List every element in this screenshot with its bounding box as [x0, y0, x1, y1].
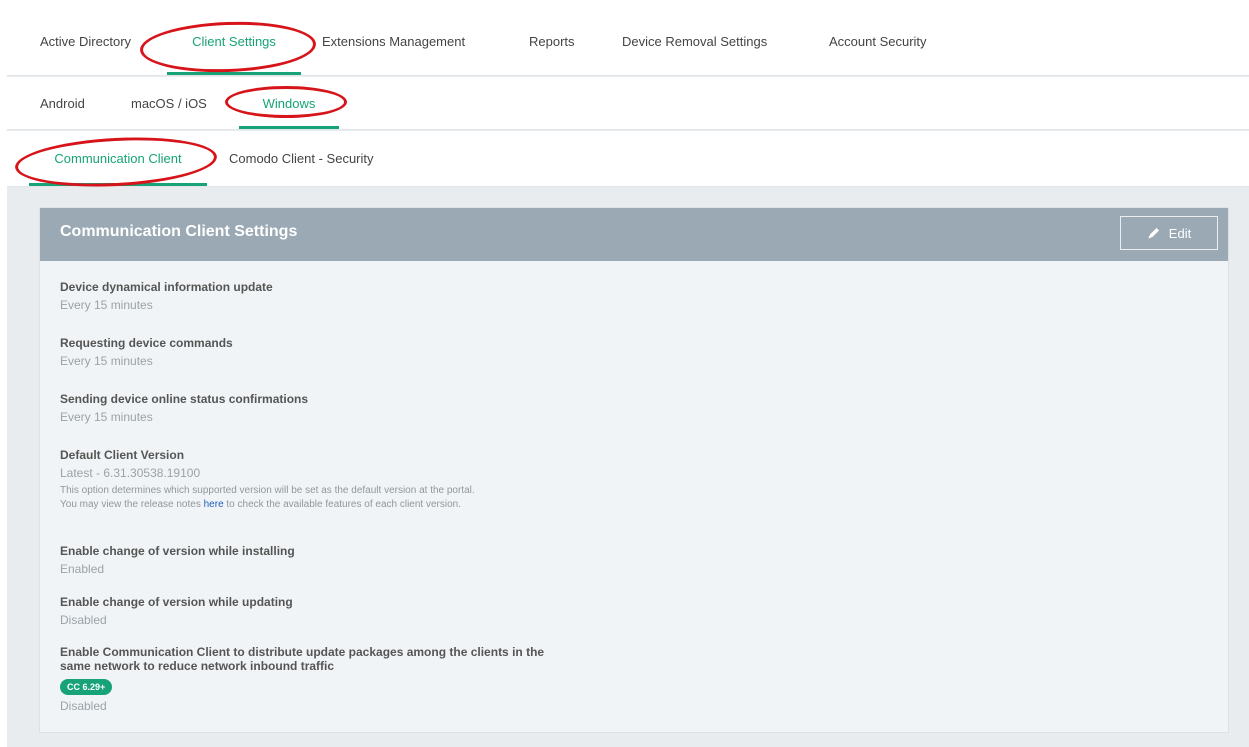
os-tab-bar: Android macOS / iOS Windows: [7, 77, 1249, 130]
main-tab-bar: Active Directory Client Settings Extensi…: [7, 7, 1249, 76]
setting-note: You may view the release notes here to c…: [60, 498, 475, 512]
tab-label: Android: [40, 95, 85, 111]
panel-title: Communication Client Settings: [60, 223, 298, 240]
setting-label: Default Client Version: [60, 448, 185, 462]
setting-label: Requesting device commands: [60, 336, 233, 350]
setting-label: Sending device online status confirmatio…: [60, 392, 309, 406]
setting-note: This option determines which supported v…: [60, 485, 475, 496]
tab-communication-client[interactable]: Communication Client: [29, 131, 207, 186]
setting-label: Enable Communication Client to distribut…: [60, 645, 545, 659]
tab-label: Device Removal Settings: [622, 33, 768, 49]
version-badge: CC 6.29+: [60, 679, 113, 695]
setting-default-client-version: Default Client Version Latest - 6.31.305…: [60, 448, 475, 512]
tab-device-removal-settings[interactable]: Device Removal Settings: [622, 7, 767, 75]
setting-label: Enable change of version while installin…: [60, 544, 295, 558]
tab-label: Extensions Management: [322, 33, 466, 49]
pencil-icon: [1148, 228, 1159, 239]
tab-client-settings[interactable]: Client Settings: [167, 7, 301, 75]
client-tab-bar: Communication Client Comodo Client - Sec…: [7, 131, 1249, 187]
setting-value: Enabled: [60, 562, 105, 576]
tab-active-directory[interactable]: Active Directory: [40, 7, 143, 75]
setting-dynamic-info-update: Device dynamical information update Ever…: [60, 280, 273, 312]
tab-reports[interactable]: Reports: [529, 7, 575, 75]
note-text: to check the available features of each …: [223, 499, 461, 510]
setting-value: Every 15 minutes: [60, 354, 153, 368]
tab-comodo-client-security[interactable]: Comodo Client - Security: [229, 131, 374, 186]
setting-distribute-update-packages: Enable Communication Client to distribut…: [60, 645, 544, 713]
tab-label: Windows: [262, 95, 316, 111]
setting-value: Latest - 6.31.30538.19100: [60, 466, 201, 480]
setting-change-version-installing: Enable change of version while installin…: [60, 544, 295, 576]
active-tab-underline: [29, 183, 207, 186]
edit-button[interactable]: Edit: [1120, 216, 1218, 250]
setting-value: Disabled: [60, 699, 107, 713]
setting-value: Every 15 minutes: [60, 298, 153, 312]
tab-account-security[interactable]: Account Security: [829, 7, 927, 75]
edit-button-label: Edit: [1168, 225, 1192, 241]
setting-label: Device dynamical information update: [60, 280, 273, 294]
setting-value: Disabled: [60, 613, 107, 627]
tab-android[interactable]: Android: [40, 77, 85, 129]
tab-extensions-management[interactable]: Extensions Management: [322, 7, 465, 75]
setting-requesting-commands: Requesting device commands Every 15 minu…: [60, 336, 233, 368]
active-tab-underline: [239, 126, 339, 129]
setting-value: Every 15 minutes: [60, 410, 153, 424]
setting-change-version-updating: Enable change of version while updating …: [60, 595, 293, 627]
tab-label: Reports: [529, 33, 575, 49]
tab-windows[interactable]: Windows: [239, 77, 339, 129]
tab-label: Comodo Client - Security: [229, 151, 374, 166]
setting-label: Enable change of version while updating: [60, 595, 293, 609]
tab-label: Client Settings: [192, 33, 276, 49]
tab-label: macOS / iOS: [131, 95, 207, 111]
tab-label: Communication Client: [54, 151, 182, 166]
tab-macos-ios[interactable]: macOS / iOS: [131, 77, 207, 129]
setting-label: same network to reduce network inbound t…: [60, 659, 335, 673]
note-text: You may view the release notes: [60, 499, 204, 510]
tab-label: Active Directory: [40, 33, 132, 49]
release-notes-link[interactable]: here: [204, 499, 224, 510]
settings-panel: Communication Client Settings Edit Devic…: [39, 207, 1229, 733]
active-tab-underline: [167, 72, 301, 75]
setting-online-status: Sending device online status confirmatio…: [60, 392, 308, 424]
tab-label: Account Security: [829, 33, 927, 49]
panel-header: Communication Client Settings Edit: [40, 208, 1228, 261]
